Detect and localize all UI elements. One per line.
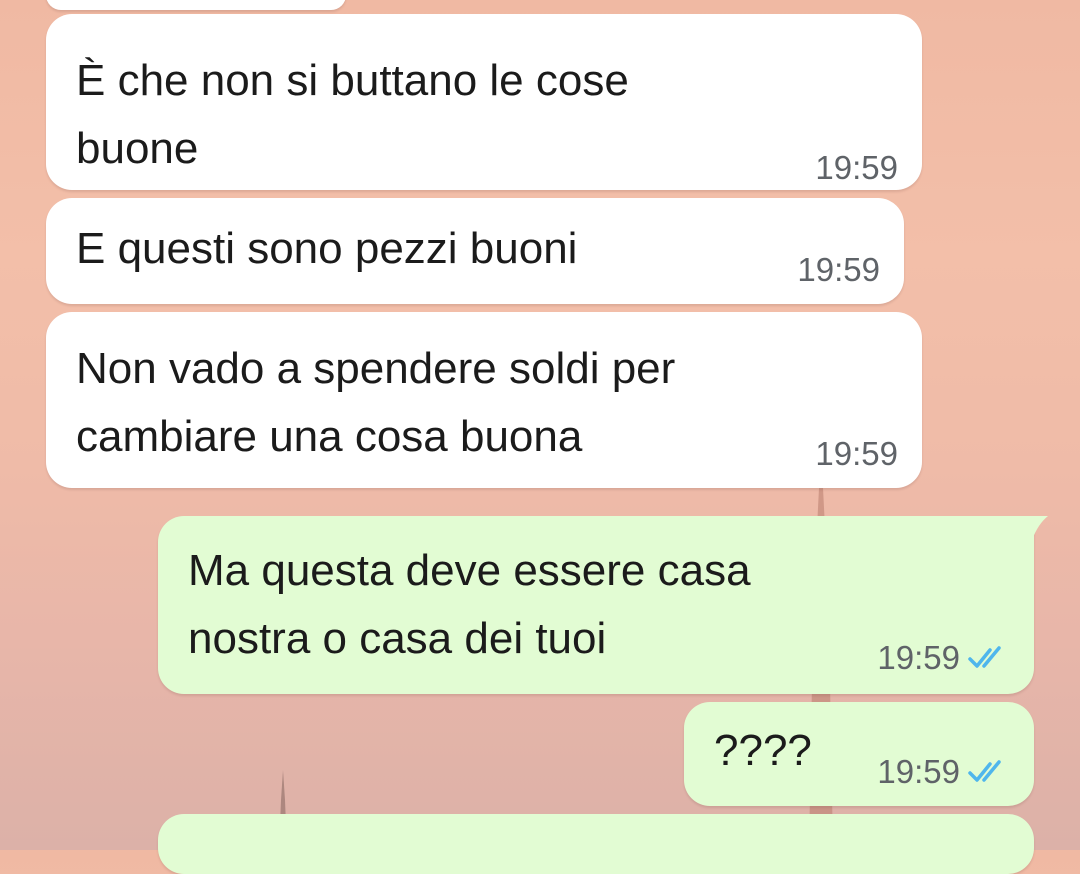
message-text-line: Non vado a spendere soldi per [76, 344, 676, 393]
message-text-line: E questi sono pezzi buoni [76, 224, 578, 273]
message-timestamp: 19:59 [797, 251, 880, 288]
message-text-line: buone [76, 124, 199, 173]
incoming-message-bubble[interactable]: Non vado a spendere soldi per cambiare u… [46, 312, 922, 488]
bubble-tail [1020, 516, 1048, 540]
message-meta: 19:59 [797, 250, 880, 290]
message-text-line: È che non si buttano le cose [76, 56, 629, 105]
message-meta: 19:59 [877, 752, 1010, 792]
double-check-read-icon [968, 646, 1001, 668]
message-text-line: nostra o casa dei tuoi [188, 614, 607, 663]
message-meta: 19:59 [815, 434, 898, 474]
double-check-read-icon [968, 760, 1001, 782]
message-text-line: ???? [714, 726, 812, 775]
message-timestamp: 19:59 [815, 435, 898, 472]
message-text-line: Ma questa deve essere casa [188, 546, 751, 595]
message-meta: 19:59 [815, 148, 898, 188]
message-meta: 19:59 [877, 638, 1010, 678]
outgoing-message-bubble[interactable]: ???? 19:59 [684, 702, 1034, 806]
message-timestamp: 19:59 [815, 149, 898, 186]
message-timestamp: 19:59 [877, 753, 960, 790]
outgoing-message-bubble[interactable]: Ma questa deve essere casa nostra o casa… [158, 516, 1048, 694]
message-timestamp: 19:59 [877, 639, 960, 676]
incoming-message-bubble[interactable]: E questi sono pezzi buoni 19:59 [46, 198, 904, 304]
message-text-line: cambiare una cosa buona [76, 412, 583, 461]
previous-message-bubble-partial[interactable] [46, 0, 346, 10]
next-message-bubble-partial[interactable] [158, 814, 1034, 874]
incoming-message-bubble[interactable]: È che non si buttano le cose buone 19:59 [46, 14, 922, 190]
